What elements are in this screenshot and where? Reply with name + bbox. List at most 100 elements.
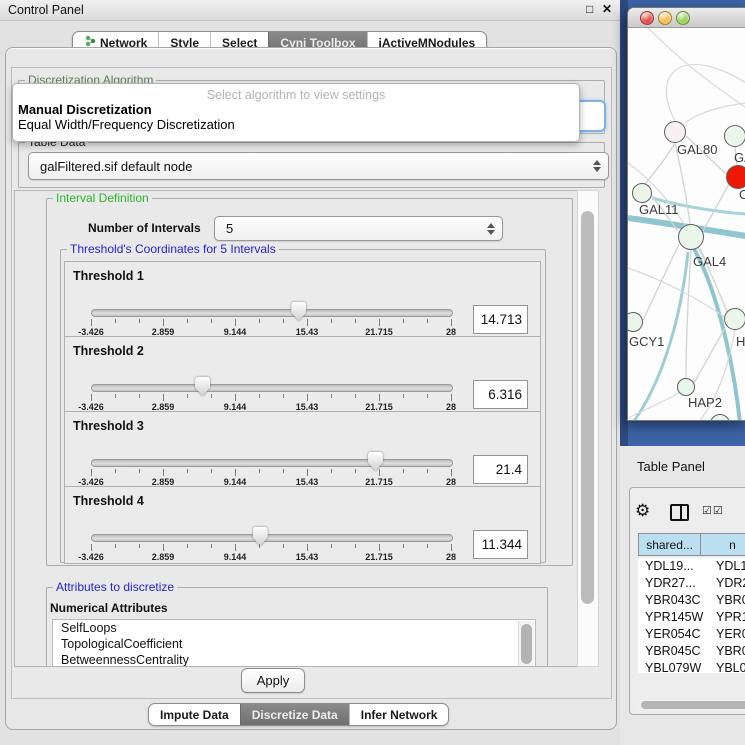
table-panel-title: Table Panel [637,459,705,474]
threshold-panel-2: Threshold 2-3.4262.8599.14415.4321.71528… [64,336,541,414]
slider-track[interactable] [91,534,453,542]
checkbox-icons[interactable]: ☑☑ [702,504,724,517]
popup-option-equal-width-frequency-discretization[interactable]: Equal Width/Frequency Discretization [18,117,235,132]
table-data-combobox[interactable]: galFiltered.sif default node [28,152,609,180]
network-window: GAL80GACGAL11GAL4HGCY1HAP2 [627,7,745,421]
threshold-value-field[interactable]: 21.4 [473,455,528,484]
table-cell: YBL0 [709,660,745,673]
table-row[interactable]: YDR27...YDR2 [638,575,745,592]
node-gal4[interactable] [678,224,704,250]
slider-track[interactable] [91,384,453,392]
node-label: GAL11 [639,202,679,217]
tab-infer-network[interactable]: Infer Network [349,704,449,725]
close-traffic-light[interactable] [640,11,654,25]
zoom-traffic-light[interactable] [676,11,690,25]
threshold-label: Threshold 4 [73,494,144,508]
node-label: C [739,187,745,202]
table-cell: YER054C [638,626,709,643]
main-scroll-thumb[interactable] [581,211,594,604]
table-cell: YPR145W [638,609,709,626]
table-cell: YBR0 [709,592,745,609]
node-table: shared... n YDL19...YDL1YDR27...YDR2YBR0… [638,533,745,556]
node-label: HAP2 [688,395,722,410]
slider-ruler [91,544,452,552]
bottom-tab-bar: Impute Data Discretize Data Infer Network [148,703,449,726]
table-data-combobox-value: galFiltered.sif default node [40,159,192,174]
table-cell: YBL079W [638,660,709,673]
table-hscrollbar[interactable] [639,700,745,710]
attribute-item-selfloops[interactable]: SelfLoops [53,620,535,636]
column-header-shared-name[interactable]: shared... [638,533,701,556]
screen: Control Panel □ ✕ NetworkStyleSelectCyni… [0,0,745,745]
table-row[interactable]: YPR145WYPR1 [638,609,745,626]
node-c[interactable] [726,165,745,189]
slider-ruler [91,319,452,327]
gear-icon[interactable]: ⚙ [635,501,650,521]
numerical-attributes-list[interactable]: SelfLoopsTopologicalCoefficientBetweenne… [52,619,536,667]
node-gal80[interactable] [664,121,686,143]
popup-placeholder: Select algorithm to view settings [13,88,579,102]
float-icon[interactable]: □ [586,2,593,16]
number-of-intervals-value: 5 [226,221,233,236]
thresholds-group: Threshold's Coordinates for 5 Intervals … [60,249,546,563]
node-hap2[interactable] [677,378,695,396]
close-icon[interactable]: ✕ [602,2,612,16]
network-view[interactable]: GAL80GACGAL11GAL4HGCY1HAP2 [628,28,745,420]
table-panel-region: Table Panel ⚙ ☑☑ shared... n YDL19...YDL… [620,446,745,745]
tab-impute-data[interactable]: Impute Data [149,704,240,725]
node-label: GA [734,150,745,165]
column-header-name[interactable]: n [701,533,745,556]
numerical-attributes-label: Numerical Attributes [50,601,168,615]
node-label: GCY1 [629,334,664,349]
threshold-panel-3: Threshold 3-3.4262.8599.14415.4321.71528… [64,411,541,489]
attributes-group: Attributes to discretize Numerical Attri… [46,587,548,667]
attribute-item-topologicalcoefficient[interactable]: TopologicalCoefficient [53,636,535,652]
threshold-value-field[interactable]: 11.344 [473,530,528,559]
table-cell: YBR045C [638,643,709,660]
tab-label: Impute Data [160,708,229,722]
table-row[interactable]: YBR043CYBR0 [638,592,745,609]
table-cell: YBR043C [638,592,709,609]
number-of-intervals-combobox[interactable]: 5 [214,216,503,241]
attribute-item-betweennesscentrality[interactable]: BetweennessCentrality [53,652,535,667]
attribute-items: SelfLoopsTopologicalCoefficientBetweenne… [53,620,535,667]
table-cell: YER0 [709,626,745,643]
attributes-scroll-thumb[interactable] [521,624,532,664]
node-h[interactable] [724,308,745,330]
table-cell: YDR2 [709,575,745,592]
stepper-icon [487,223,495,235]
threshold-panel-4: Threshold 4 -3.4262.8599.14415.4321.71528… [64,486,541,564]
main-scrollbar[interactable] [577,190,599,667]
slider-track[interactable] [91,459,453,467]
threshold-label: Threshold 2 [73,344,144,358]
table-hscroll-thumb[interactable] [641,701,745,709]
table-row[interactable]: YBR045CYBR0 [638,643,745,660]
node-label: H [736,334,745,349]
attributes-group-label: Attributes to discretize [53,580,177,594]
node-label: GAL80 [677,142,717,157]
table-row[interactable]: YDL19...YDL1 [638,558,745,575]
slider-tick-labels: -3.4262.8599.14415.4321.71528 [91,552,452,562]
table-row[interactable]: YBL079WYBL0 [638,660,745,673]
node-gal11[interactable] [632,183,652,203]
node-table-header: shared... n [638,533,745,556]
table-row[interactable]: YER054CYER0 [638,626,745,643]
split-columns-icon[interactable] [670,504,689,521]
apply-button[interactable]: Apply [241,668,305,693]
slider-track[interactable] [91,309,453,317]
number-of-intervals-label: Number of Intervals [88,221,201,235]
node-ga[interactable] [724,125,745,147]
threshold-value-field[interactable]: 6.316 [473,380,528,409]
interval-definition-label: Interval Definition [53,191,152,205]
interval-definition-group: Interval Definition Number of Intervals … [46,198,573,566]
window-title: Control Panel [8,3,84,17]
tab-discretize-data[interactable]: Discretize Data [240,704,349,725]
minimize-traffic-light[interactable] [658,11,672,25]
table-cell: YDL19... [638,558,709,575]
table-cell: YDR27... [638,575,709,592]
tab-label: Infer Network [361,708,438,722]
popup-option-manual-discretization[interactable]: Manual Discretization [18,102,152,117]
stepper-icon [593,160,601,172]
threshold-value-field[interactable]: 14.713 [473,305,528,334]
attributes-scrollbar[interactable] [518,621,534,667]
